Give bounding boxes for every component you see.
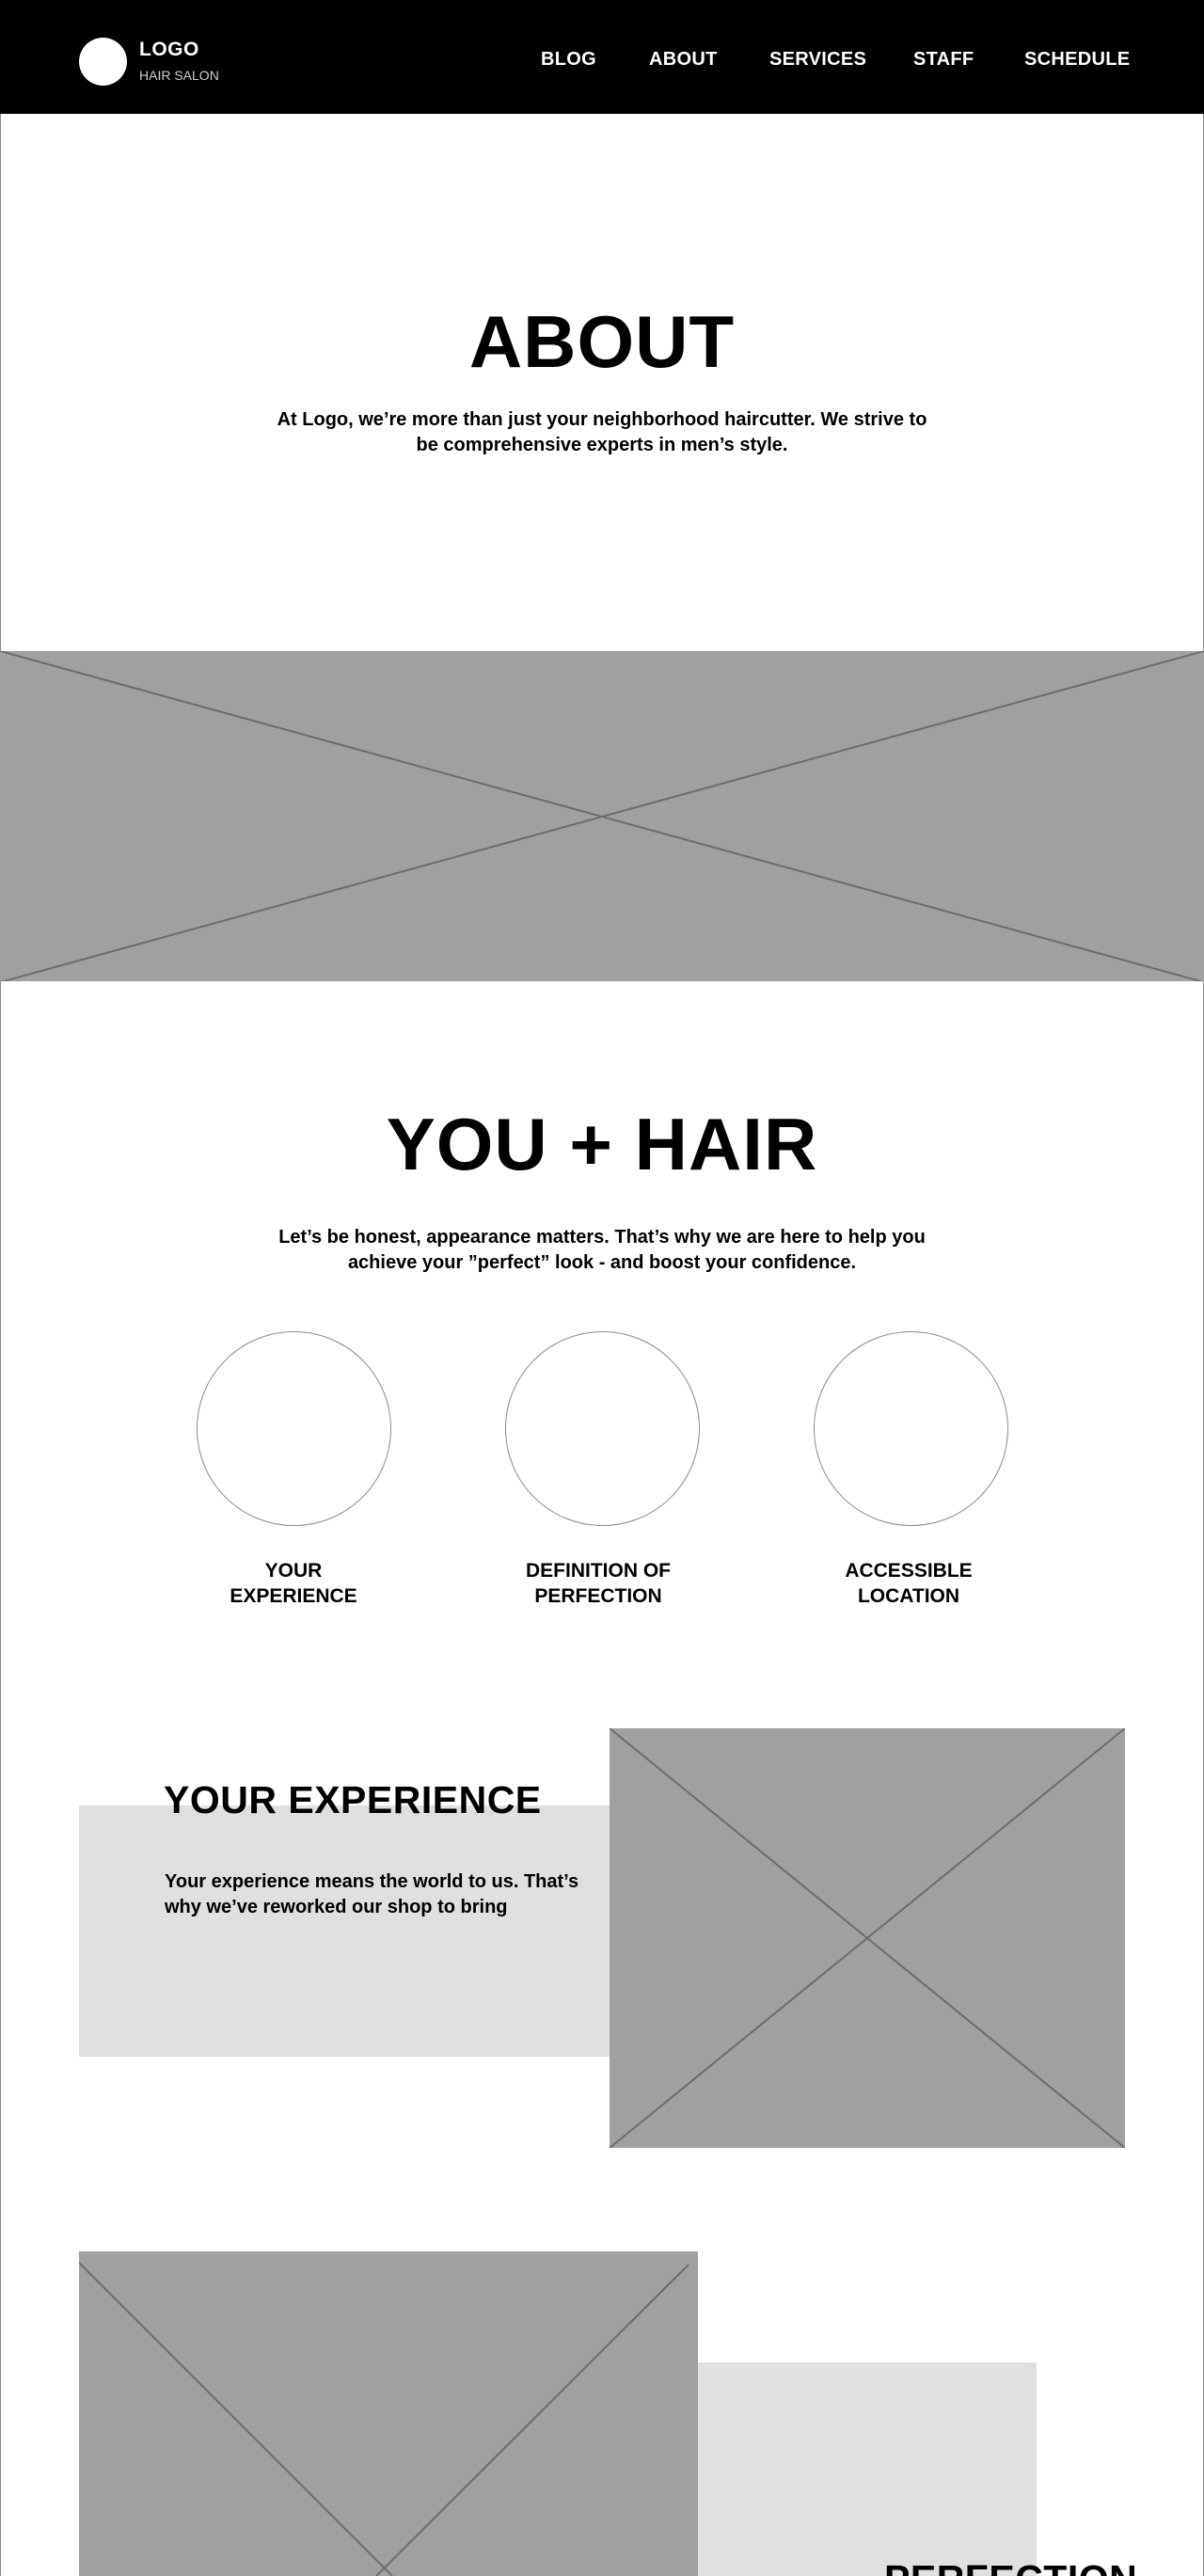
logo-title[interactable]: LOGO — [139, 39, 199, 61]
experience-text-panel — [79, 1805, 611, 2057]
perfection-text-panel — [696, 2362, 1037, 2576]
about-text: At Logo, we’re more than just your neigh… — [277, 409, 927, 455]
about-title: ABOUT — [468, 300, 736, 383]
logo-circle-icon[interactable] — [79, 38, 127, 86]
perfection-title: PERFECTION — [884, 2557, 1137, 2576]
nav-link-blog[interactable]: BLOG — [541, 49, 596, 71]
you-hair-title: YOU + HAIR — [386, 1103, 818, 1185]
you-hair-text: Let’s be honest, appearance matters. Tha… — [278, 1227, 926, 1273]
nav-link-services[interactable]: SERVICES — [769, 49, 866, 71]
feature-label-experience: YOUR EXPERIENCE — [230, 1560, 357, 1607]
nav-link-about[interactable]: ABOUT — [649, 49, 718, 71]
feature-experience-icon — [197, 1331, 391, 1526]
experience-text: Your experience means the world to us. T… — [165, 1871, 579, 1917]
nav-link-schedule[interactable]: SCHEDULE — [1024, 49, 1130, 71]
hero-image-placeholder — [0, 651, 1204, 982]
feature-perfection-icon — [505, 1331, 700, 1526]
experience-title: YOUR EXPERIENCE — [164, 1778, 542, 1821]
feature-label-location: ACCESSIBLE LOCATION — [845, 1560, 973, 1607]
feature-location-icon — [814, 1331, 1008, 1526]
feature-label-perfection: DEFINITION OF PERFECTION — [526, 1560, 671, 1607]
perfection-image-placeholder — [79, 2251, 698, 2576]
top-nav-bar: LOGO HAIR SALON BLOG ABOUT SERVICES STAF… — [0, 0, 1204, 114]
logo-subtitle: HAIR SALON — [139, 68, 219, 83]
experience-image-placeholder — [610, 1728, 1125, 2148]
nav-link-staff[interactable]: STAFF — [913, 49, 974, 71]
